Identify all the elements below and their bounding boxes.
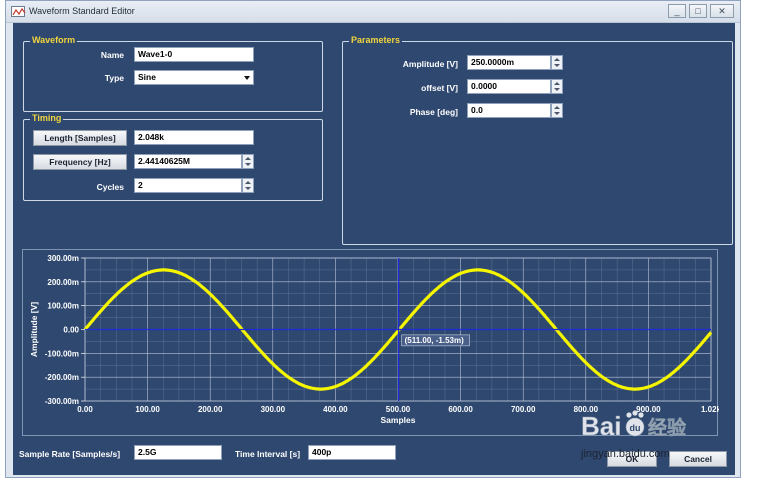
sample-rate-label: Sample Rate [Samples/s] [19, 449, 121, 459]
x-tick-label: 500.00 [386, 405, 411, 414]
watermark-brand: Bai [581, 411, 621, 441]
y-tick-label: 300.00m [47, 254, 79, 263]
cursor-readout: (511.00, -1.53m) [401, 334, 470, 347]
x-tick-label: 200.00 [198, 405, 223, 414]
cycles-label: Cycles [96, 182, 124, 192]
waveform-group: Waveform Name Wave1-0 Type Sine [23, 35, 323, 112]
close-button[interactable]: ✕ [710, 4, 734, 18]
x-tick-label: 100.00 [135, 405, 160, 414]
frequency-field[interactable]: 2.44140625M [134, 154, 242, 169]
phase-label: Phase [deg] [409, 107, 458, 117]
phase-field[interactable]: 0.0 [467, 103, 551, 118]
x-axis-title: Samples [381, 415, 416, 425]
sample-rate-field[interactable]: 2.5G [134, 445, 222, 460]
offset-spinner[interactable] [551, 79, 563, 94]
x-tick-label: 400.00 [323, 405, 348, 414]
frequency-button[interactable]: Frequency [Hz] [33, 154, 127, 170]
amplitude-spinner[interactable] [551, 55, 563, 70]
phase-spinner[interactable] [551, 103, 563, 118]
watermark-url: jingyan.baidu.com [580, 448, 670, 460]
frequency-spinner[interactable] [242, 154, 254, 169]
x-tick-label: 300.00 [261, 405, 286, 414]
x-tick-label: 0.00 [77, 405, 93, 414]
maximize-button[interactable]: □ [689, 4, 707, 18]
cursor-readout-text: (511.00, -1.53m) [405, 336, 464, 345]
y-tick-label: -300.00m [45, 397, 79, 406]
name-field[interactable]: Wave1-0 [134, 47, 254, 62]
y-tick-label: -100.00m [45, 349, 79, 358]
cycles-field[interactable]: 2 [134, 178, 242, 193]
parameters-group: Parameters Amplitude [V] 250.0000m offse… [342, 35, 733, 245]
name-label: Name [100, 50, 124, 60]
length-field[interactable]: 2.048k [134, 130, 254, 145]
minimize-button[interactable]: _ [668, 4, 686, 18]
y-tick-label: 100.00m [47, 302, 79, 311]
type-select-value: Sine [138, 72, 156, 82]
amplitude-label: Amplitude [V] [402, 59, 458, 69]
y-tick-label: -200.00m [45, 373, 79, 382]
timing-group: Timing Length [Samples] 2.048k Frequency… [23, 113, 323, 201]
watermark-paw-text: du [630, 423, 641, 433]
type-select[interactable]: Sine [134, 70, 254, 85]
x-tick-label: 600.00 [448, 405, 473, 414]
y-tick-label: 200.00m [47, 278, 79, 287]
offset-field[interactable]: 0.0000 [467, 79, 551, 94]
watermark-suffix: 经验 [648, 416, 687, 439]
length-samples-button[interactable]: Length [Samples] [33, 130, 127, 146]
paw-icon: du [625, 410, 645, 437]
cycles-spinner[interactable] [242, 178, 254, 193]
waveform-group-title: Waveform [30, 35, 78, 45]
y-axis-title: Amplitude [V] [29, 302, 39, 357]
amplitude-field[interactable]: 250.0000m [467, 55, 551, 70]
window-title: Waveform Standard Editor [29, 6, 135, 16]
timing-group-title: Timing [30, 113, 64, 123]
time-interval-label: Time Interval [s] [235, 449, 301, 459]
x-tick-label: 700.00 [511, 405, 536, 414]
y-tick-label: 0.00 [63, 326, 79, 335]
title-bar: Waveform Standard Editor _ □ ✕ [6, 1, 740, 23]
baidu-jingyan-watermark: Bai du 经验 jingyan.baidu.com [579, 405, 719, 465]
waveform-app-icon [11, 6, 26, 17]
offset-label: offset [V] [421, 83, 458, 93]
parameters-group-title: Parameters [349, 35, 403, 45]
time-interval-field[interactable]: 400p [308, 445, 396, 460]
type-label: Type [104, 73, 124, 83]
chevron-down-icon [244, 76, 250, 80]
